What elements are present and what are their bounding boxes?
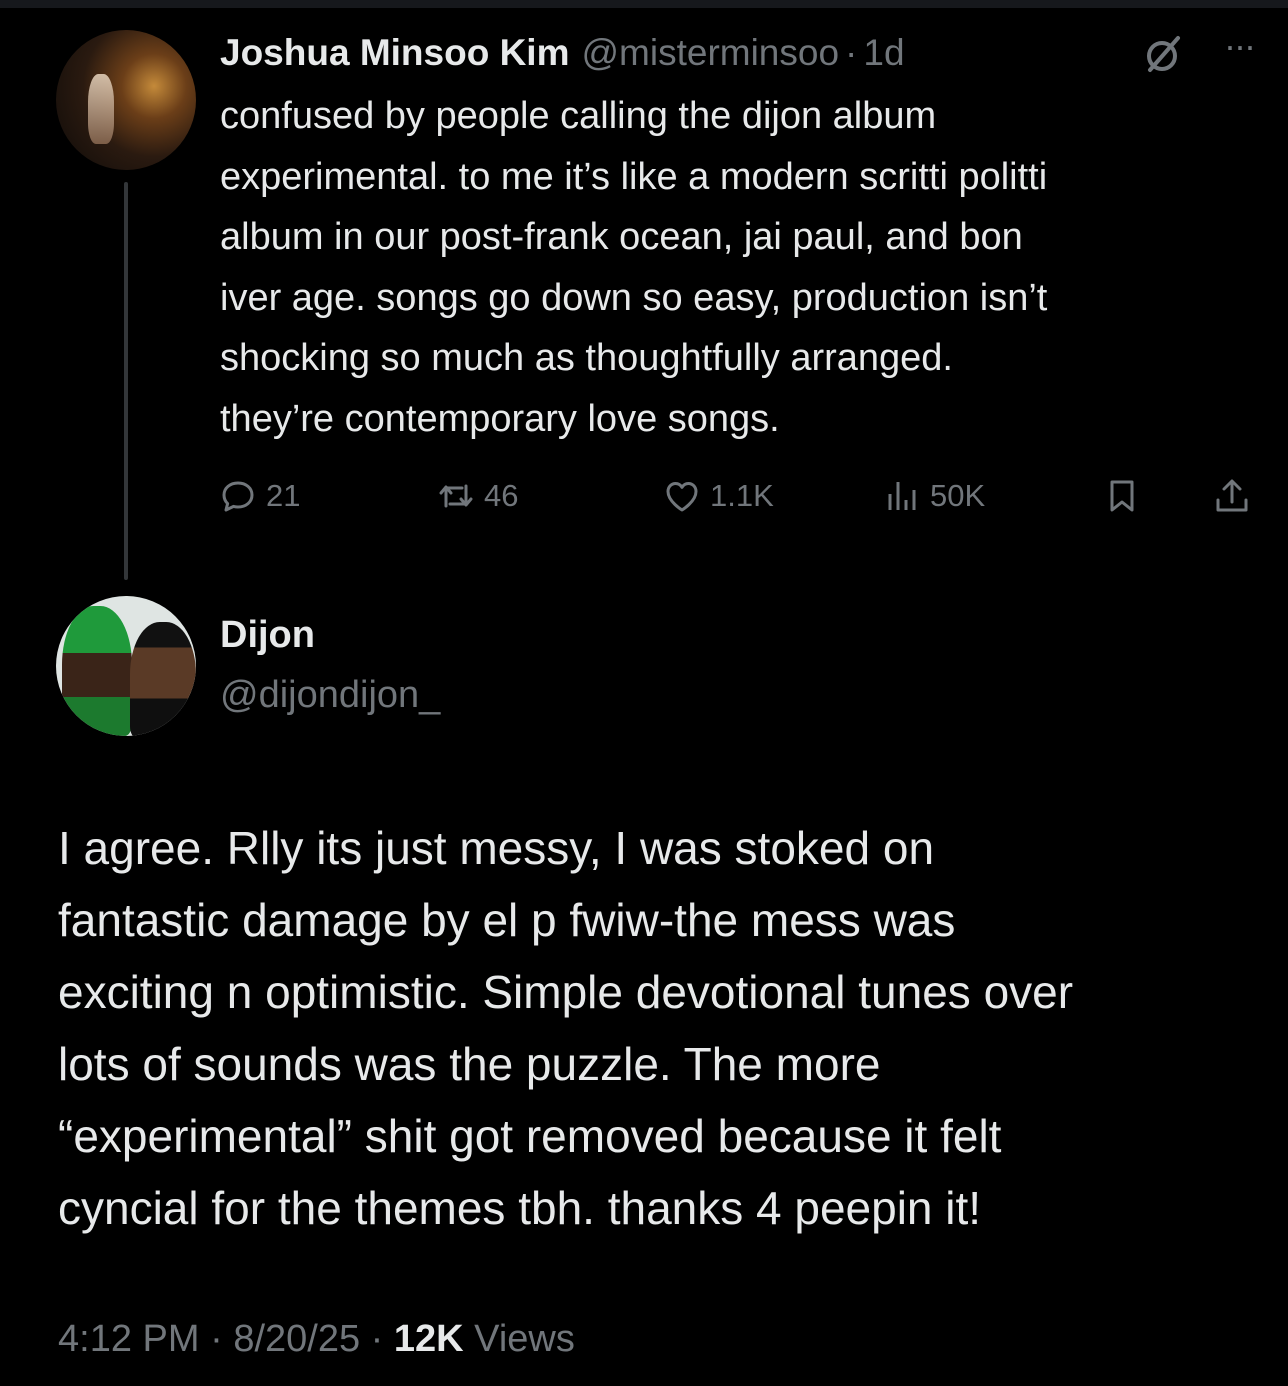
share-button[interactable] [1212, 468, 1260, 524]
footer-separator: · [199, 1318, 234, 1360]
tweet-views-label: Views [463, 1318, 575, 1360]
parent-tweet-text: confused by people calling the dijon alb… [220, 95, 1048, 440]
repost-icon [439, 484, 473, 508]
separator-dot: · [845, 32, 858, 73]
grok-icon[interactable] [1140, 30, 1188, 78]
thread-connector-line [124, 182, 128, 580]
reply-tweet-text: I agree. Rlly its just messy, I was stok… [58, 822, 1074, 1234]
tweet-date[interactable]: 8/20/25 [233, 1318, 360, 1360]
tweet-metadata-footer: 4:12 PM · 8/20/25 · 12K Views [58, 1318, 575, 1361]
author-display-name[interactable]: Joshua Minsoo Kim [220, 32, 569, 74]
bookmark-button[interactable] [1102, 468, 1150, 524]
share-icon [1216, 479, 1248, 512]
views-button[interactable]: 50K [882, 468, 985, 524]
tweet-timestamp[interactable]: 1d [863, 32, 904, 74]
reply-author-handle[interactable]: @dijondijon_ [220, 674, 440, 717]
avatar-figure [88, 74, 114, 144]
more-icon[interactable]: ··· [1214, 28, 1264, 66]
footer-separator: · [360, 1318, 394, 1360]
tweet-actions-bar: 21 46 1.1K 50K [218, 468, 1268, 524]
like-button[interactable]: 1.1K [662, 468, 774, 524]
parent-tweet-header: Joshua Minsoo Kim @misterminsoo · 1d [220, 26, 905, 80]
views-chart-icon [888, 482, 916, 510]
repost-count: 46 [484, 478, 519, 513]
tweet-views-count[interactable]: 12K [394, 1318, 464, 1360]
reply-author-display-name[interactable]: Dijon [220, 614, 315, 657]
views-count: 50K [930, 478, 986, 513]
avatar-misterminsoo[interactable] [56, 30, 196, 170]
bookmark-icon [1110, 480, 1134, 512]
heart-icon [666, 482, 698, 512]
reply-icon [222, 481, 254, 512]
avatar-figure-left [62, 606, 132, 736]
reply-count: 21 [266, 478, 301, 513]
avatar-figure-right [130, 622, 196, 736]
like-count: 1.1K [710, 478, 774, 513]
avatar-dijondijon[interactable] [56, 596, 196, 736]
top-divider [0, 0, 1288, 8]
repost-button[interactable]: 46 [436, 468, 518, 524]
author-handle[interactable]: @misterminsoo [581, 32, 839, 74]
reply-button[interactable]: 21 [218, 468, 300, 524]
tweet-time[interactable]: 4:12 PM [58, 1318, 200, 1360]
